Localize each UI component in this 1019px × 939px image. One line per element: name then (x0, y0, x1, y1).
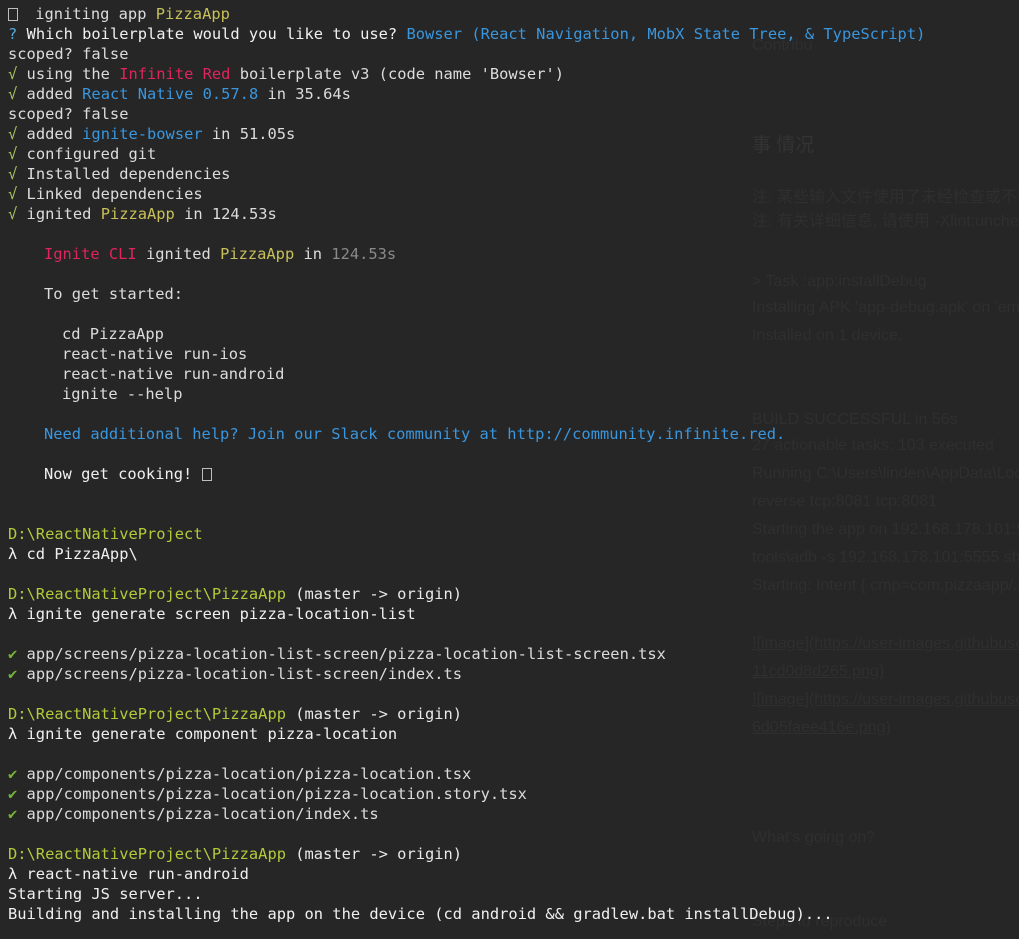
line-text: Now get cooking! (44, 465, 202, 483)
terminal-output[interactable]: igniting app PizzaApp ? Which boilerplat… (8, 4, 1019, 924)
package-name: ignite-bowser (82, 125, 203, 143)
terminal-line: √ Linked dependencies (8, 184, 1019, 204)
line-text: Linked dependencies (26, 185, 203, 203)
check-icon: √ (8, 65, 27, 83)
line-text: in 51.05s (202, 125, 296, 143)
command-line: λ react-native run-android (8, 865, 249, 883)
brand-name: Ignite CLI (44, 245, 137, 263)
check-icon: √ (8, 85, 27, 103)
question-mark: ? (8, 25, 27, 43)
git-branch: (master -> origin) (285, 705, 463, 723)
terminal-line: react-native run-ios (62, 345, 248, 363)
terminal-line: cd PizzaApp (62, 325, 164, 343)
terminal-line: react-native run-android (62, 365, 285, 383)
line-text: igniting app (26, 5, 156, 23)
prompt-line: D:\ReactNativeProject\PizzaApp (master -… (8, 844, 1019, 864)
prompt-path: D:\ReactNativeProject\PizzaApp (8, 585, 286, 603)
line-text: using the (26, 65, 120, 83)
line-text: in 124.53s (174, 205, 277, 223)
terminal-line: ✔ app/screens/pizza-location-list-screen… (8, 644, 1019, 664)
file-path: app/components/pizza-location/index.ts (17, 805, 379, 823)
app-name: PizzaApp (100, 205, 175, 223)
terminal-line: ✔ app/components/pizza-location/pizza-lo… (8, 764, 1019, 784)
question-text: Which boilerplate would you like to use? (26, 25, 407, 43)
elapsed-time: 124.53s (331, 245, 397, 263)
prompt-path: D:\ReactNativeProject\PizzaApp (8, 845, 286, 863)
line-text: added (26, 125, 83, 143)
brand-name: Infinite Red (119, 65, 231, 83)
file-path: app/components/pizza-location/pizza-loca… (17, 765, 472, 783)
package-name: React Native 0.57.8 (82, 85, 259, 103)
line-text: ignited (136, 245, 221, 263)
terminal-line: ✔ app/components/pizza-location/pizza-lo… (8, 784, 1019, 804)
line-text: in (294, 245, 332, 263)
checkmark-icon: ✔ (8, 785, 18, 803)
unknown-glyph-icon (201, 468, 212, 481)
check-icon: √ (8, 185, 27, 203)
line-text: ignited (26, 205, 101, 223)
git-branch: (master -> origin) (285, 845, 463, 863)
checkmark-icon: ✔ (8, 765, 18, 783)
git-branch: (master -> origin) (285, 585, 463, 603)
file-path: app/screens/pizza-location-list-screen/p… (17, 645, 666, 663)
terminal-line: scoped? false (8, 105, 129, 123)
prompt-path: D:\ReactNativeProject\PizzaApp (8, 705, 286, 723)
prompt-line: D:\ReactNativeProject\PizzaApp (master -… (8, 584, 1019, 604)
file-path: app/screens/pizza-location-list-screen/i… (17, 665, 463, 683)
line-text: configured git (26, 145, 157, 163)
terminal-line: √ added ignite-bowser in 51.05s (8, 124, 1019, 144)
terminal-line: √ Installed dependencies (8, 164, 1019, 184)
terminal-line: √ added React Native 0.57.8 in 35.64s (8, 84, 1019, 104)
answer-text: Bowser (React Navigation, MobX State Tre… (406, 25, 926, 43)
prompt-line: D:\ReactNativeProject\PizzaApp (master -… (8, 704, 1019, 724)
checkmark-icon: ✔ (8, 665, 18, 683)
file-path: app/components/pizza-location/pizza-loca… (17, 785, 527, 803)
command-line: λ cd PizzaApp\ (8, 545, 138, 563)
check-icon: √ (8, 125, 27, 143)
terminal-line: ? Which boilerplate would you like to us… (8, 24, 1019, 44)
terminal-line: √ ignited PizzaApp in 124.53s (8, 204, 1019, 224)
check-icon: √ (8, 145, 27, 163)
terminal-line: To get started: (44, 285, 183, 303)
terminal-line: ✔ app/components/pizza-location/index.ts (8, 804, 1019, 824)
checkmark-icon: ✔ (8, 805, 18, 823)
app-name: PizzaApp (220, 245, 295, 263)
terminal-line: ignite --help (62, 385, 183, 403)
check-icon: √ (8, 205, 27, 223)
line-text: in 35.64s (258, 85, 351, 103)
line-text: added (26, 85, 83, 103)
terminal-line: Now get cooking! (8, 464, 1019, 484)
terminal-line: ✔ app/screens/pizza-location-list-screen… (8, 664, 1019, 684)
checkmark-icon: ✔ (8, 645, 18, 663)
terminal-line: igniting app PizzaApp (8, 4, 1019, 24)
terminal-line: scoped? false (8, 45, 129, 63)
unknown-glyph-icon (8, 8, 18, 21)
command-line: λ ignite generate screen pizza-location-… (8, 605, 416, 623)
terminal-line: √ configured git (8, 144, 1019, 164)
line-text: Installed dependencies (26, 165, 231, 183)
help-link-line[interactable]: Need additional help? Join our Slack com… (8, 424, 1019, 444)
check-icon: √ (8, 165, 27, 183)
prompt-path: D:\ReactNativeProject (8, 525, 203, 543)
terminal-line: Starting JS server... (8, 885, 203, 903)
terminal-line: Building and installing the app on the d… (8, 905, 833, 923)
command-line: λ ignite generate component pizza-locati… (8, 725, 398, 743)
app-name: PizzaApp (155, 5, 230, 23)
terminal-line: √ using the Infinite Red boilerplate v3 … (8, 64, 1019, 84)
line-text: boilerplate v3 (code name 'Bowser') (230, 65, 564, 83)
terminal-line: Ignite CLI ignited PizzaApp in 124.53s (8, 244, 1019, 264)
